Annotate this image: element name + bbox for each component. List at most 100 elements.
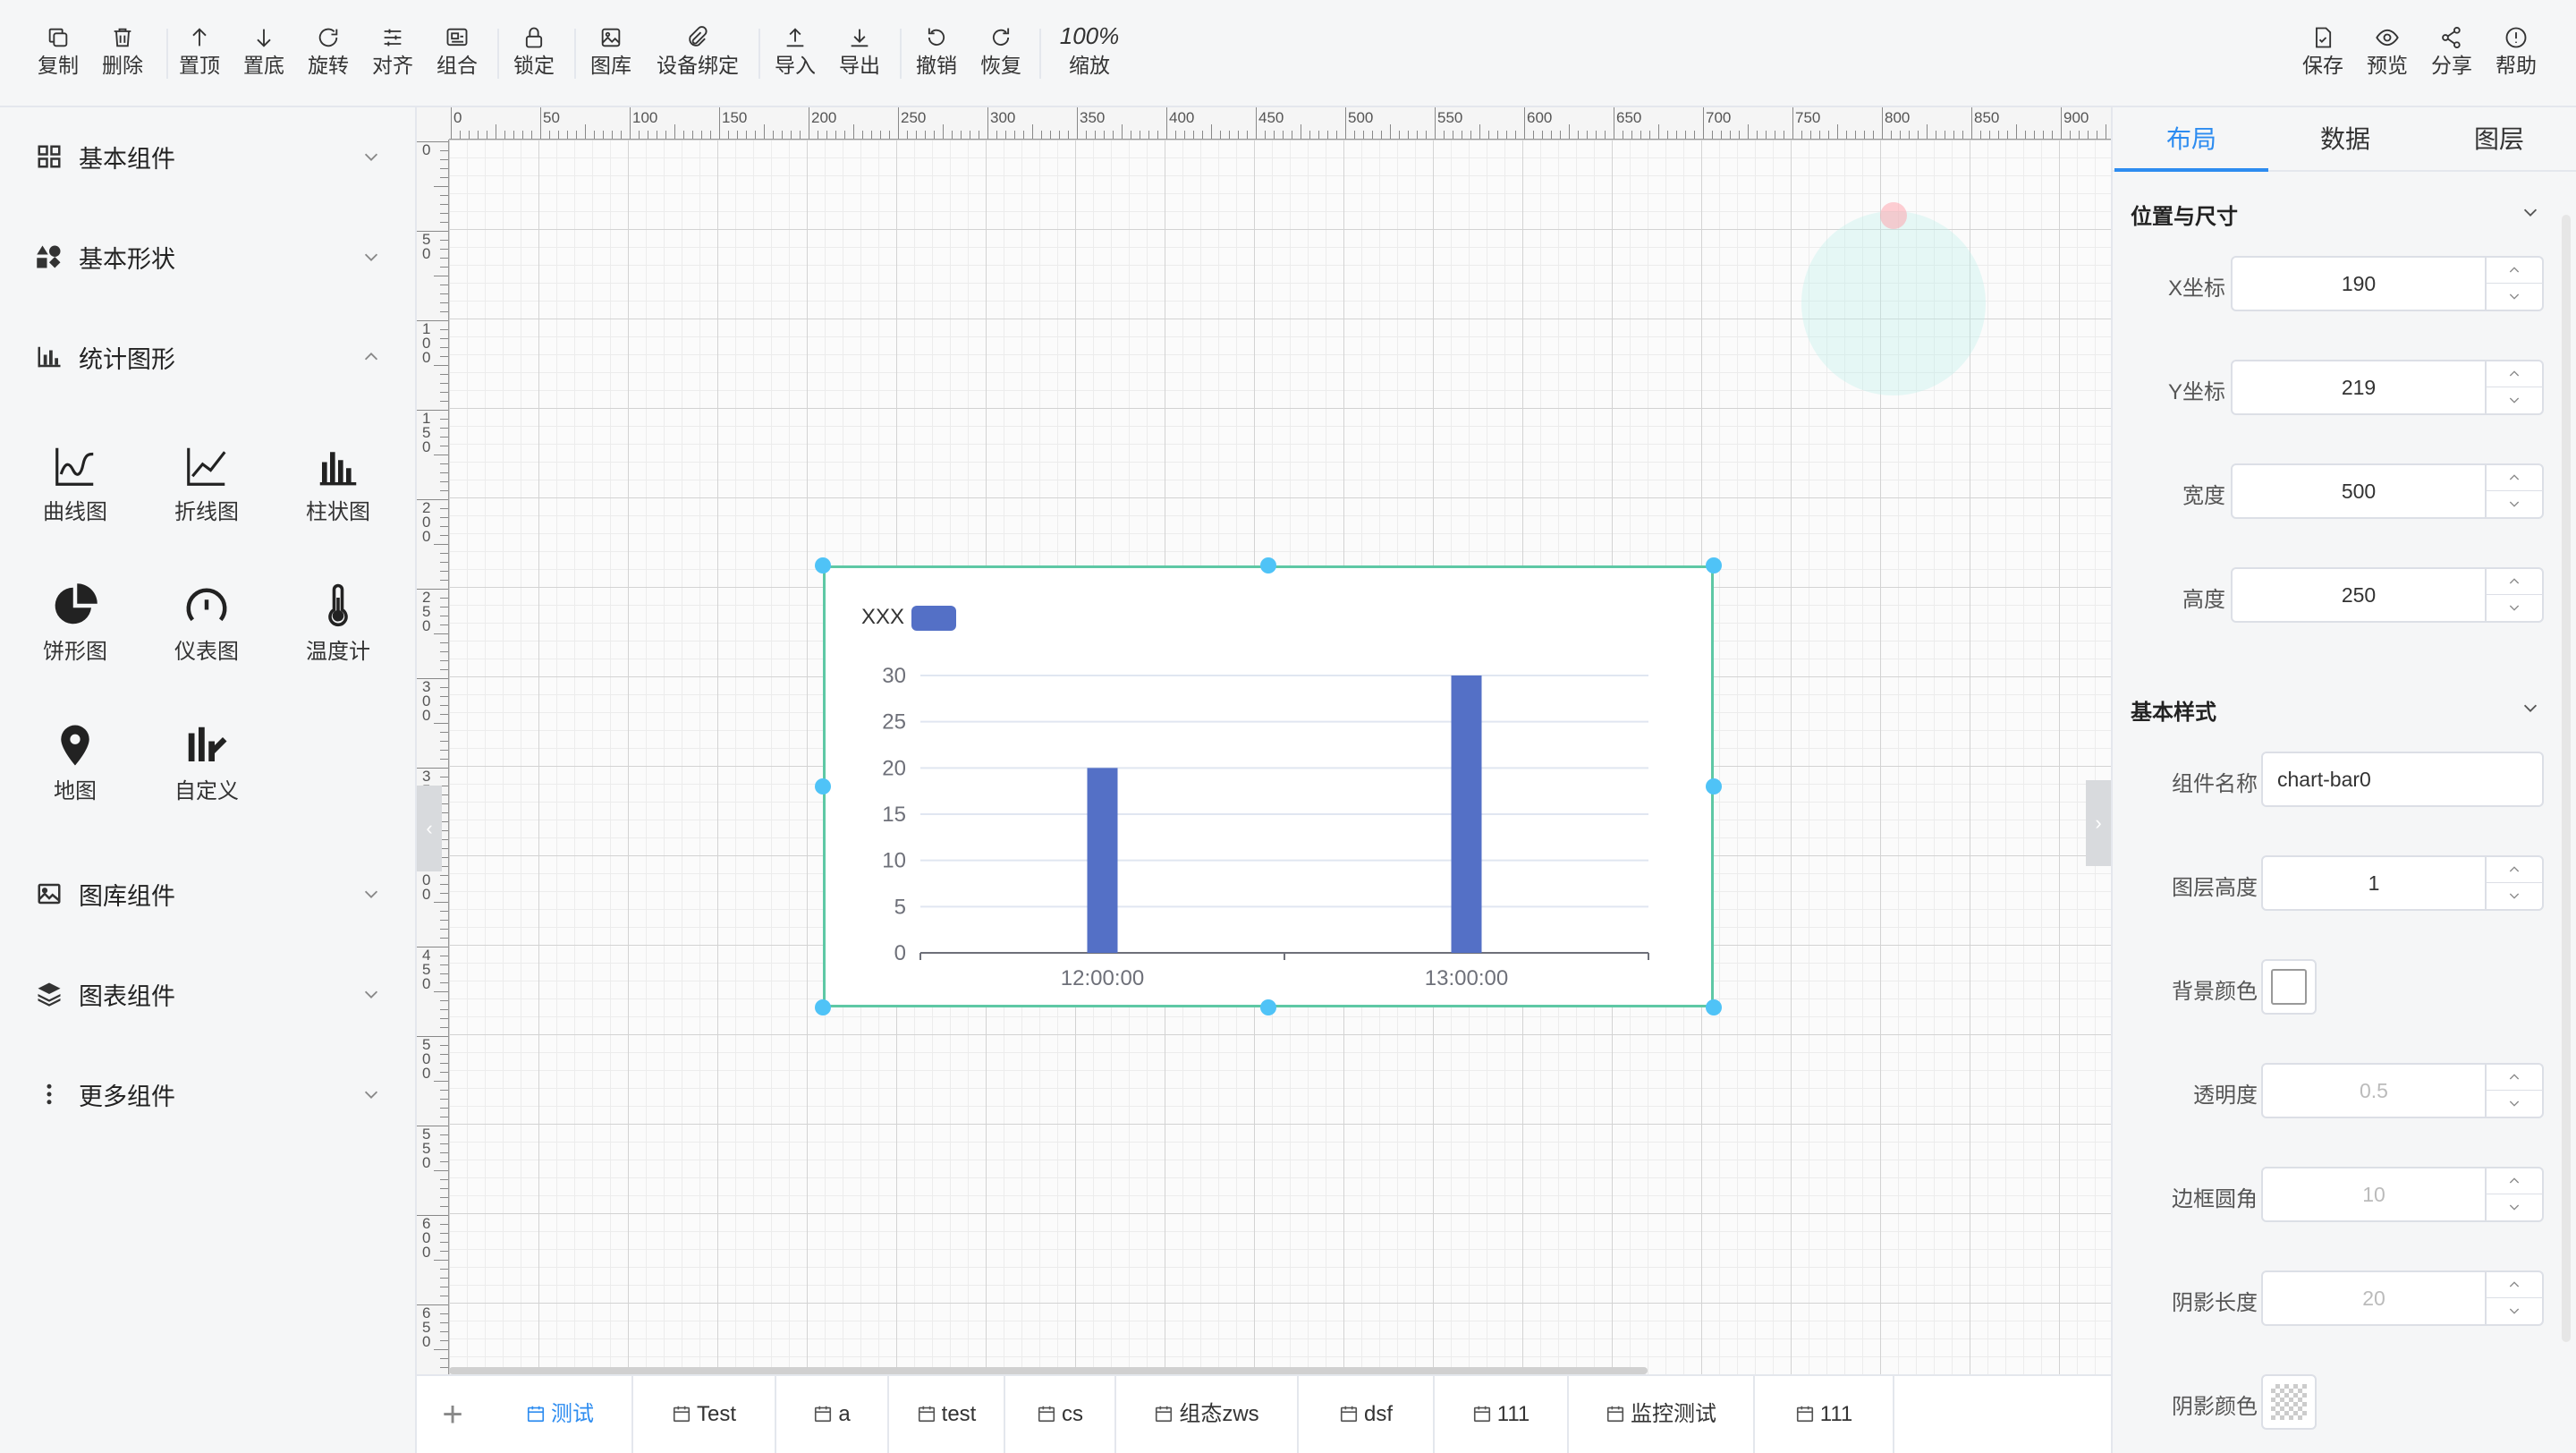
page-tab[interactable]: a <box>776 1376 889 1453</box>
color-swatch <box>2271 969 2307 1005</box>
page-tab[interactable]: Test <box>633 1376 776 1453</box>
resize-handle-top-right[interactable] <box>1706 557 1722 574</box>
align-button[interactable]: 对齐 <box>370 20 415 88</box>
delete-button[interactable]: 删除 <box>100 20 145 88</box>
decrement-button[interactable] <box>2485 883 2542 909</box>
lock-button[interactable]: 锁定 <box>512 20 556 88</box>
send-to-bottom-button[interactable]: 置底 <box>242 20 286 88</box>
collapse-left-panel-button[interactable]: ‹ <box>417 786 442 871</box>
resize-handle-top[interactable] <box>1260 557 1276 574</box>
export-button[interactable]: 导出 <box>837 20 882 88</box>
component-name-input[interactable]: chart-bar0 <box>2261 752 2544 807</box>
resize-handle-bottom[interactable] <box>1260 999 1276 1015</box>
redo-button[interactable]: 恢复 <box>979 20 1023 88</box>
page-tab[interactable]: test <box>889 1376 1005 1453</box>
toolbar: 复制 删除 置顶 置底 旋转 对齐 组合 锁定 图库 设备绑定 导入 导出 撤销… <box>0 0 2576 107</box>
zoom-control[interactable]: 100% 缩放 <box>1054 20 1125 88</box>
decrement-button[interactable] <box>2485 387 2542 413</box>
chevron-down-icon[interactable] <box>2521 698 2540 718</box>
x-input[interactable]: 190 <box>2231 256 2544 311</box>
more-vertical-icon <box>47 1083 52 1105</box>
page-tab[interactable]: 组态zws <box>1116 1376 1299 1453</box>
resize-handle-left[interactable] <box>815 778 831 794</box>
page-tab[interactable]: 111 <box>1435 1376 1569 1453</box>
increment-button[interactable] <box>2485 1065 2542 1091</box>
opacity-input[interactable]: 0.5 <box>2261 1063 2544 1118</box>
gallery-button[interactable]: 图库 <box>589 20 633 88</box>
category-basic[interactable]: 基本组件 <box>0 116 417 197</box>
add-page-button[interactable]: + <box>417 1376 488 1453</box>
section-position-size[interactable]: 位置与尺寸 <box>2131 199 2238 230</box>
component-custom[interactable]: 自定义 <box>148 712 265 828</box>
component-map[interactable]: 地图 <box>17 712 133 828</box>
increment-button[interactable] <box>2485 258 2542 284</box>
category-shapes[interactable]: 基本形状 <box>0 217 417 297</box>
background-gauge-shape <box>1801 211 1986 395</box>
section-basic-style[interactable]: 基本样式 <box>2131 694 2216 726</box>
bring-to-top-button[interactable]: 置顶 <box>177 20 222 88</box>
decrement-button[interactable] <box>2485 1298 2542 1324</box>
page-tab[interactable]: cs <box>1005 1376 1116 1453</box>
device-binding-button[interactable]: 设备绑定 <box>653 20 742 88</box>
component-thermometer[interactable]: 温度计 <box>280 573 396 689</box>
share-button[interactable]: 分享 <box>2429 20 2474 88</box>
page-tab[interactable]: 111 <box>1755 1376 1894 1453</box>
bg-color-picker[interactable] <box>2261 959 2317 1015</box>
increment-button[interactable] <box>2485 465 2542 491</box>
increment-button[interactable] <box>2485 569 2542 595</box>
preview-button[interactable]: 预览 <box>2365 20 2410 88</box>
y-input[interactable]: 219 <box>2231 360 2544 415</box>
component-line-chart[interactable]: 折线图 <box>148 433 265 549</box>
page-tab[interactable]: 测试 <box>488 1376 633 1453</box>
resize-handle-right[interactable] <box>1706 778 1722 794</box>
panel-scrollbar[interactable] <box>2562 215 2571 1342</box>
decrement-button[interactable] <box>2485 284 2542 310</box>
increment-button[interactable] <box>2485 1272 2542 1298</box>
component-curve-chart[interactable]: 曲线图 <box>17 433 133 549</box>
increment-button[interactable] <box>2485 361 2542 387</box>
tab-layout[interactable]: 布局 <box>2114 107 2268 172</box>
share-label: 分享 <box>2431 54 2472 77</box>
decrement-button[interactable] <box>2485 491 2542 517</box>
help-button[interactable]: 帮助 <box>2494 20 2538 88</box>
group-button[interactable]: 组合 <box>435 20 479 88</box>
copy-button[interactable]: 复制 <box>36 20 80 88</box>
increment-button[interactable] <box>2485 1168 2542 1194</box>
decrement-button[interactable] <box>2485 1194 2542 1220</box>
resize-handle-top-left[interactable] <box>815 557 831 574</box>
chevron-up-icon <box>2509 578 2520 584</box>
page-tab[interactable]: dsf <box>1299 1376 1435 1453</box>
border-radius-input[interactable]: 10 <box>2261 1167 2544 1222</box>
category-stats[interactable]: 统计图形 <box>0 317 417 397</box>
component-gauge[interactable]: 仪表图 <box>148 573 265 689</box>
category-more[interactable]: 更多组件 <box>0 1054 417 1134</box>
component-column-chart[interactable]: 柱状图 <box>280 433 396 549</box>
z-index-input[interactable]: 1 <box>2261 855 2544 911</box>
height-input[interactable]: 250 <box>2231 567 2544 623</box>
category-library[interactable]: 图库组件 <box>0 854 417 934</box>
shadow-color-picker[interactable] <box>2261 1374 2317 1430</box>
category-charts[interactable]: 图表组件 <box>0 954 417 1034</box>
resize-handle-bottom-right[interactable] <box>1706 999 1722 1015</box>
tab-layers[interactable]: 图层 <box>2422 107 2576 172</box>
width-input[interactable]: 500 <box>2231 463 2544 519</box>
decrement-button[interactable] <box>2485 1091 2542 1117</box>
bind-label: 设备绑定 <box>657 54 739 77</box>
tab-data[interactable]: 数据 <box>2268 107 2422 172</box>
canvas-grid[interactable]: 0 5 10 15 20 25 30 12:00:00 13:00:00 XXX <box>449 140 2111 1374</box>
resize-handle-bottom-left[interactable] <box>815 999 831 1015</box>
component-pie-chart[interactable]: 饼形图 <box>17 573 133 689</box>
design-canvas[interactable]: 0 50 100 150 200 250 300 350 400 450 500 550 600 650 7… <box>417 107 2111 1374</box>
decrement-button[interactable] <box>2485 595 2542 621</box>
horizontal-scrollbar[interactable] <box>449 1367 1648 1374</box>
chart-bar-widget[interactable]: 0 5 10 15 20 25 30 12:00:00 13:00:00 XXX <box>823 565 1714 1007</box>
rotate-button[interactable]: 旋转 <box>306 20 351 88</box>
import-button[interactable]: 导入 <box>773 20 818 88</box>
undo-button[interactable]: 撤销 <box>914 20 959 88</box>
increment-button[interactable] <box>2485 857 2542 883</box>
shadow-length-input[interactable]: 20 <box>2261 1270 2544 1326</box>
chevron-down-icon[interactable] <box>2521 202 2540 222</box>
collapse-right-panel-button[interactable]: › <box>2086 780 2111 866</box>
page-tab[interactable]: 监控测试 <box>1569 1376 1755 1453</box>
save-button[interactable]: 保存 <box>2301 20 2345 88</box>
